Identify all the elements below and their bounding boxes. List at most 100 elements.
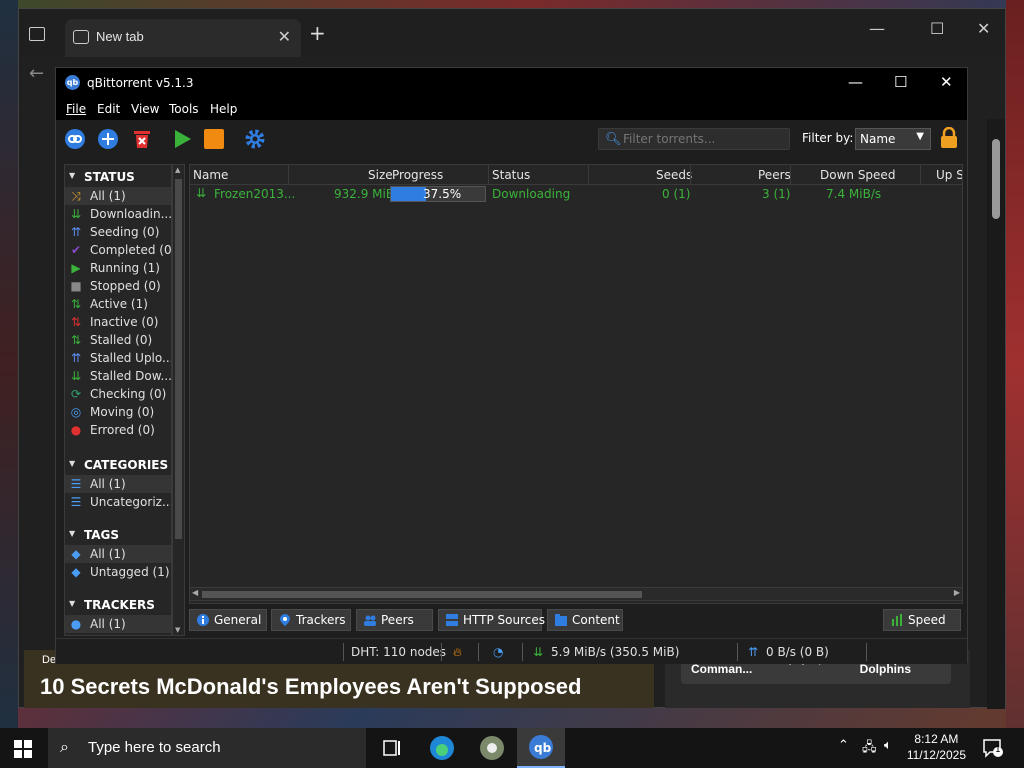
add-torrent-file-icon[interactable] xyxy=(97,128,119,150)
scroll-up-icon[interactable]: ▲ xyxy=(175,166,180,174)
tab-trackers[interactable]: Trackers xyxy=(271,609,351,631)
qbittorrent-app-icon[interactable]: qb xyxy=(517,728,565,768)
menu-tools[interactable]: Tools xyxy=(169,102,199,116)
browser-minimize-icon[interactable]: — xyxy=(869,19,885,38)
status-filter-item[interactable]: ⇅ Stalled (0) xyxy=(65,331,171,349)
categories-section-header[interactable]: ▼ CATEGORIES xyxy=(65,455,171,475)
tab-general[interactable]: General xyxy=(189,609,267,631)
connection-flame-icon[interactable]: 🔥︎ xyxy=(453,645,462,660)
qb-close-icon[interactable]: ✕ xyxy=(940,73,953,91)
tab-actions-icon[interactable] xyxy=(29,27,45,41)
show-hidden-icons-icon[interactable]: ⌃ xyxy=(838,738,849,753)
status-filter-item[interactable]: ⇊ Stalled Dow... xyxy=(65,367,171,385)
torrent-row[interactable]: ⇊ Frozen2013... 932.9 MiB 37.5% Download… xyxy=(190,185,962,203)
menu-help[interactable]: Help xyxy=(210,102,237,116)
status-filter-item[interactable]: ⇈ Seeding (0) xyxy=(65,223,171,241)
tags-section-header[interactable]: ▼ TAGS xyxy=(65,525,171,545)
sidebar-scrollbar[interactable]: ▲ ▼ xyxy=(172,164,185,636)
browser-close-icon[interactable]: ✕ xyxy=(977,19,990,38)
tab-content[interactable]: Content xyxy=(547,609,623,631)
torrent-list-hscrollbar[interactable]: ◀ ▶ xyxy=(189,587,963,601)
new-tab-plus-icon[interactable]: + xyxy=(309,21,326,45)
network-icon[interactable]: 🖧︎ xyxy=(862,738,877,760)
chevron-down-icon: ▼ xyxy=(69,599,76,608)
status-filter-item[interactable]: ■ Stopped (0) xyxy=(65,277,171,295)
status-filter-item[interactable]: ◎ Moving (0) xyxy=(65,403,171,421)
trackers-section-header[interactable]: ▼ TRACKERS xyxy=(65,595,171,615)
edge-app-icon[interactable] xyxy=(418,728,466,768)
column-status[interactable]: Status xyxy=(492,168,530,182)
browser-tab-new-tab[interactable]: New tab ✕ xyxy=(65,19,301,57)
team-left: Comman... xyxy=(691,662,753,676)
status-filter-item[interactable]: ✔ Completed (0) xyxy=(65,241,171,259)
status-filter-label: Stopped (0) xyxy=(90,279,161,293)
status-filter-item[interactable]: ⇈ Stalled Uplo... xyxy=(65,349,171,367)
tab-http-sources[interactable]: HTTP Sources xyxy=(438,609,545,631)
filter-torrents-input[interactable] xyxy=(623,131,783,147)
upload-speed-total[interactable]: 0 B/s (0 B) xyxy=(766,645,829,659)
column-seeds[interactable]: Seeds xyxy=(656,168,692,182)
windows-start-icon[interactable] xyxy=(14,740,32,758)
category-item-all[interactable]: ☰ All (1) xyxy=(65,475,171,493)
status-filter-item[interactable]: ⇅ Inactive (0) xyxy=(65,313,171,331)
taskbar-clock[interactable]: 8:12 AM 11/12/2025 xyxy=(907,731,966,763)
volume-icon[interactable]: 🔈︎ xyxy=(884,738,892,753)
start-torrent-icon[interactable] xyxy=(171,128,193,150)
menu-view[interactable]: View xyxy=(131,102,159,116)
download-icon: ⇊ xyxy=(70,207,82,221)
tracker-item-all[interactable]: ● All (1) xyxy=(65,615,171,633)
sidebar-scroll-thumb[interactable] xyxy=(175,179,182,539)
notification-center-icon[interactable]: 1 xyxy=(982,738,1004,758)
task-view-icon[interactable] xyxy=(368,728,416,768)
close-tab-icon[interactable]: ✕ xyxy=(278,27,291,46)
status-filter-item[interactable]: ⇊ Downloadin... xyxy=(65,205,171,223)
status-filter-item[interactable]: ● Errored (0) xyxy=(65,421,171,439)
column-name[interactable]: Name xyxy=(193,168,228,182)
back-arrow-icon[interactable]: ← xyxy=(29,63,44,84)
column-progress[interactable]: Progress xyxy=(392,168,443,182)
status-filter-item[interactable]: ⤨ All (1) xyxy=(65,187,171,205)
qb-title-bar[interactable]: qb qBittorrent v5.1.3 — ☐ ✕ xyxy=(56,68,967,98)
menu-edit[interactable]: Edit xyxy=(97,102,120,116)
status-filter-item[interactable]: ⟳ Checking (0) xyxy=(65,385,171,403)
tab-peers[interactable]: Peers xyxy=(356,609,433,631)
error-icon: ● xyxy=(70,423,82,437)
scroll-left-icon[interactable]: ◀ xyxy=(192,588,198,597)
tab-http-sources-label: HTTP Sources xyxy=(463,613,545,627)
filter-by-select[interactable]: Name ▼ xyxy=(855,128,931,150)
status-section-header[interactable]: ▼ STATUS xyxy=(65,167,171,187)
menu-file[interactable]: File xyxy=(66,102,86,116)
column-up-speed[interactable]: Up S xyxy=(936,168,962,182)
news-headline[interactable]: 10 Secrets McDonald's Employees Aren't S… xyxy=(40,674,581,700)
category-item-uncategorized[interactable]: ☰ Uncategoriz... xyxy=(65,493,171,511)
status-filter-item[interactable]: ⇅ Active (1) xyxy=(65,295,171,313)
settings-gear-icon[interactable] xyxy=(244,128,266,150)
taskbar-search-box[interactable]: ⌕ Type here to search xyxy=(48,728,366,768)
tab-speed[interactable]: Speed xyxy=(883,609,961,631)
speed-limit-icon[interactable]: ◔ xyxy=(493,645,503,659)
add-torrent-link-icon[interactable] xyxy=(64,128,86,150)
scroll-right-icon[interactable]: ▶ xyxy=(954,588,960,597)
torrent-down-speed: 7.4 MiB/s xyxy=(826,187,882,201)
stop-torrent-icon[interactable] xyxy=(203,128,225,150)
column-peers[interactable]: Peers xyxy=(758,168,791,182)
browser-scrollbar[interactable] xyxy=(987,119,1005,709)
chrome-app-icon[interactable] xyxy=(468,728,516,768)
tag-item-all[interactable]: ◆ All (1) xyxy=(65,545,171,563)
tag-item-untagged[interactable]: ◆ Untagged (1) xyxy=(65,563,171,581)
scroll-down-icon[interactable]: ▼ xyxy=(175,626,180,634)
delete-torrent-icon[interactable] xyxy=(131,128,153,150)
column-size[interactable]: Size xyxy=(368,168,393,182)
torrent-seeds: 0 (1) xyxy=(662,187,691,201)
status-filter-item[interactable]: ▶ Running (1) xyxy=(65,259,171,277)
browser-maximize-icon[interactable]: ☐ xyxy=(930,19,944,38)
qb-maximize-icon[interactable]: ☐ xyxy=(894,73,907,91)
column-down-speed[interactable]: Down Speed xyxy=(820,168,895,182)
hscroll-thumb[interactable] xyxy=(202,591,642,598)
status-filter-label: Running (1) xyxy=(90,261,160,275)
download-speed-total[interactable]: 5.9 MiB/s (350.5 MiB) xyxy=(551,645,679,659)
info-icon xyxy=(197,614,209,626)
qb-minimize-icon[interactable]: — xyxy=(848,73,863,91)
lock-icon[interactable] xyxy=(940,127,958,149)
browser-scroll-thumb[interactable] xyxy=(992,139,1000,219)
